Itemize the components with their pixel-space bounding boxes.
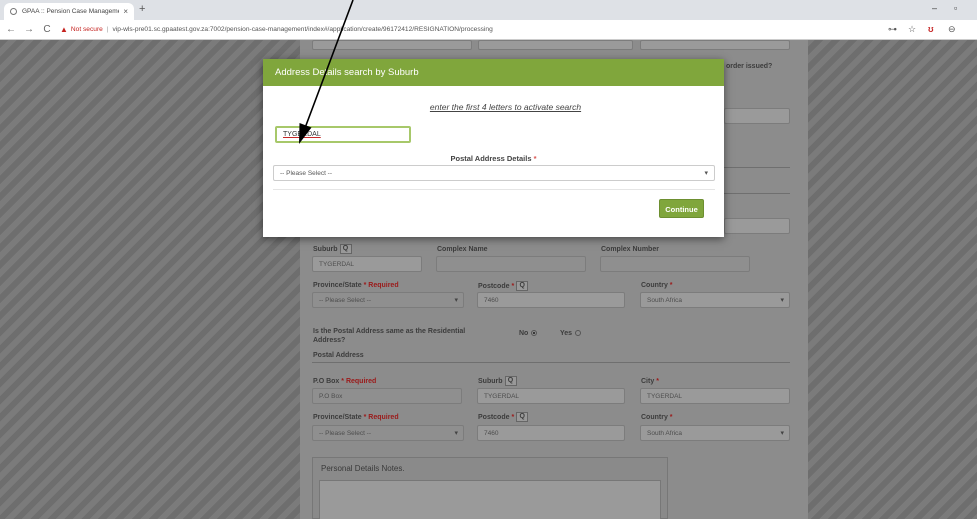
city-label: City * [641,378,659,385]
postcode-search-icon[interactable]: Q [516,281,529,291]
not-secure-label: Not secure [70,26,103,33]
bg-input-2 [478,40,633,50]
bg-input-1 [312,40,472,50]
modal-title: Address Details search by Suburb [263,59,724,86]
tab-title: GPAA :: Pension Case Manageme [22,8,120,15]
province-label: Province/State * Required [313,282,399,289]
continue-button[interactable]: Continue [659,199,704,218]
city-field: TYGERDAL [640,388,790,404]
postal-suburb-field: TYGERDAL [477,388,625,404]
modal-divider [273,189,715,190]
complex-number-label: Complex Number [601,246,659,253]
suburb-field: TYGERDAL [312,256,422,272]
country-select: South Africa [640,292,790,308]
po-box-input[interactable]: P.O Box [312,388,462,404]
suburb-search-icon[interactable]: Q [339,244,352,254]
bg-input-3 [640,40,790,50]
account-icon[interactable]: ⊖ [948,24,956,35]
browser-tab[interactable]: GPAA :: Pension Case Manageme × [4,3,134,20]
postal-address-select[interactable]: -- Please Select -- [273,165,715,181]
warning-icon: ▲ [60,25,68,34]
postal-country-label: Country * [641,414,673,421]
no-radio-icon [531,330,538,337]
bg-input-5 [724,218,790,234]
key-icon[interactable]: ⊶ [888,24,897,35]
bg-divider-b [724,193,790,194]
postal-address-heading: Postal Address [313,352,364,359]
minimize-icon[interactable]: – [932,3,937,13]
tab-close-icon[interactable]: × [123,7,128,16]
back-icon[interactable]: ← [4,24,18,35]
personal-details-notes-panel: Personal Details Notes. [312,457,668,519]
postal-province-select[interactable]: -- Please Select -- [312,425,464,441]
url-text: vip-wls-pre01.sc.gpaatest.gov.za:7002/pe… [112,26,493,33]
postal-address-details-label: Postal Address Details * [450,154,537,163]
suburb-search-input[interactable]: TYGERDAL [275,126,411,143]
bg-divider-a [724,167,790,168]
address-bar: ← → C ▲ Not secure | vip-wls-pre01.sc.gp… [0,20,977,40]
bookmark-star-icon[interactable]: ☆ [908,24,916,35]
postal-province-label: Province/State * Required [313,414,399,421]
suburb-search-modal: Address Details search by Suburb enter t… [263,59,724,237]
province-select[interactable]: -- Please Select -- [312,292,464,308]
postcode-label: Postcode * Q [478,281,529,291]
reload-icon[interactable]: C [40,24,54,35]
new-tab-button[interactable]: + [139,3,145,15]
notes-heading: Personal Details Notes. [321,464,405,473]
yes-radio-option[interactable]: Yes [560,330,582,337]
postal-suburb-label: Suburb Q [478,376,517,386]
complex-number-input[interactable] [600,256,750,272]
yes-radio-icon [575,330,582,337]
complex-name-label: Complex Name [437,246,488,253]
site-favicon-icon [10,8,17,15]
no-radio-option[interactable]: No [519,330,538,337]
complex-name-input[interactable] [436,256,586,272]
postal-divider [312,362,790,363]
bg-input-4 [724,108,790,124]
country-label: Country * [641,282,673,289]
extension-shield-icon[interactable]: ʊ [928,24,934,34]
search-hint: enter the first 4 letters to activate se… [429,102,582,112]
order-issued-label: order issued? [726,63,773,70]
browser-tab-bar: GPAA :: Pension Case Manageme × + – ▫ [0,0,977,20]
url-field[interactable]: ▲ Not secure | vip-wls-pre01.sc.gpaatest… [60,25,493,34]
postal-suburb-search-icon[interactable]: Q [504,376,517,386]
same-address-question: Is the Postal Address same as the Reside… [313,328,466,344]
notes-textarea[interactable] [319,480,661,519]
postal-postcode-search-icon[interactable]: Q [516,412,529,422]
url-separator: | [106,26,109,33]
postcode-field: 7460 [477,292,625,308]
postal-country-select: South Africa [640,425,790,441]
suburb-label: Suburb Q [313,244,352,254]
postal-postcode-field: 7460 [477,425,625,441]
forward-icon[interactable]: → [22,24,36,35]
postal-postcode-label: Postcode * Q [478,412,529,422]
restore-icon[interactable]: ▫ [954,3,957,13]
po-box-label: P.O Box * Required [313,378,377,385]
